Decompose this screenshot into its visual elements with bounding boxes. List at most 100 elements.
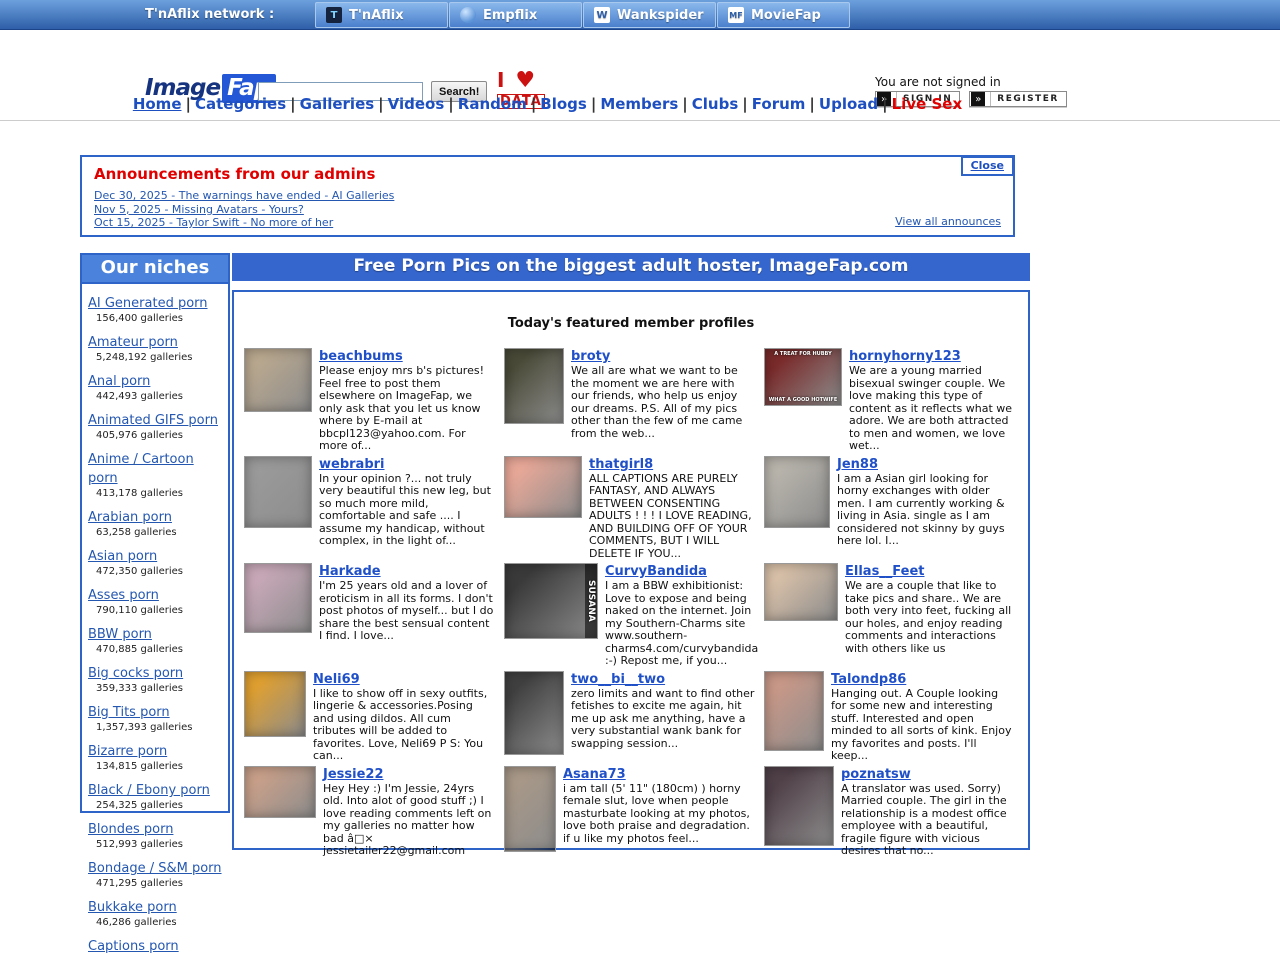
- niche-item: Big Tits porn 1,357,393 galleries: [88, 701, 224, 733]
- niche-link[interactable]: Anal porn: [88, 374, 150, 389]
- niche-link[interactable]: Bondage / S&M porn: [88, 861, 222, 876]
- nav-separator: |: [678, 95, 691, 113]
- featured-profile-card: Jen88 I am a Asian girl looking for horn…: [764, 453, 1022, 548]
- niche-link[interactable]: Big cocks porn: [88, 666, 183, 681]
- niche-gallery-count: 156,400 galleries: [96, 313, 224, 324]
- profile-thumbnail[interactable]: [504, 348, 564, 424]
- profile-thumbnail[interactable]: SUSANA: [504, 563, 598, 639]
- profile-thumbnail[interactable]: [244, 671, 306, 737]
- nav-link-blogs[interactable]: Blogs: [540, 95, 587, 113]
- niche-gallery-count: 512,993 galleries: [96, 839, 224, 850]
- site-header: ImageFap Search! I ♥ DATA You are not si…: [0, 30, 1280, 97]
- nav-link-forum[interactable]: Forum: [752, 95, 806, 113]
- nav-link-live-sex[interactable]: Live Sex: [892, 95, 963, 113]
- profile-username-link[interactable]: hornyhorny123: [849, 349, 961, 364]
- profile-thumbnail[interactable]: [764, 563, 838, 621]
- niche-gallery-count: 359,333 galleries: [96, 683, 224, 694]
- profile-username-link[interactable]: Ellas__Feet: [845, 564, 925, 579]
- profile-username-link[interactable]: CurvyBandida: [605, 564, 707, 579]
- profile-thumbnail[interactable]: [504, 671, 564, 755]
- niche-link[interactable]: Big Tits porn: [88, 705, 170, 720]
- profile-username-link[interactable]: two__bi__two: [571, 672, 665, 687]
- profile-username-link[interactable]: Jessie22: [323, 767, 384, 782]
- network-site-button[interactable]: MF MovieFap: [717, 2, 850, 28]
- niche-link[interactable]: Animated GIFS porn: [88, 413, 218, 428]
- profile-thumbnail[interactable]: [244, 348, 312, 412]
- niche-link[interactable]: Black / Ebony porn: [88, 783, 210, 798]
- profile-username-link[interactable]: Talondp86: [831, 672, 906, 687]
- profile-username-link[interactable]: Asana73: [563, 767, 626, 782]
- niche-link[interactable]: Bizarre porn: [88, 744, 167, 759]
- announcement-links: Dec 30, 2025 - The warnings have ended -…: [94, 189, 1013, 230]
- featured-profile-card: Ellas__Feet We are a couple that like to…: [764, 560, 1022, 655]
- network-site-button[interactable]: Empflix: [449, 2, 582, 28]
- signin-status-text: You are not signed in: [875, 75, 1001, 89]
- niche-gallery-count: 471,295 galleries: [96, 878, 224, 889]
- niche-item: Bondage / S&M porn 471,295 galleries: [88, 857, 224, 889]
- announcement-link[interactable]: Nov 5, 2025 - Missing Avatars - Yours?: [94, 203, 304, 217]
- profile-thumbnail[interactable]: [764, 766, 834, 846]
- profile-thumbnail[interactable]: [504, 456, 582, 518]
- profile-thumbnail[interactable]: [764, 671, 824, 751]
- profile-thumbnail[interactable]: [244, 456, 312, 528]
- profile-username-link[interactable]: thatgirl8: [589, 457, 653, 472]
- niche-item: Black / Ebony porn 254,325 galleries: [88, 779, 224, 811]
- nav-separator: |: [527, 95, 540, 113]
- profile-username-link[interactable]: Neli69: [313, 672, 360, 687]
- header-divider: [0, 120, 1280, 121]
- main-nav: Home|Categories|Galleries|Videos|Random|…: [80, 95, 1015, 113]
- profile-thumbnail[interactable]: [244, 766, 316, 818]
- network-site-button[interactable]: W Wankspider: [583, 2, 716, 28]
- nav-link-galleries[interactable]: Galleries: [300, 95, 375, 113]
- niche-link[interactable]: Blondes porn: [88, 822, 173, 837]
- niche-gallery-count: 470,885 galleries: [96, 644, 224, 655]
- nav-link-clubs[interactable]: Clubs: [692, 95, 739, 113]
- nav-link-home[interactable]: Home: [133, 95, 182, 113]
- profile-username-link[interactable]: webrabri: [319, 457, 385, 472]
- nav-link-members[interactable]: Members: [600, 95, 678, 113]
- featured-profile-card: poznatsw A translator was used. Sorry) M…: [764, 763, 1022, 858]
- profile-description: Hanging out. A Couple looking for some n…: [831, 688, 1016, 763]
- niches-title: Our niches: [82, 255, 228, 284]
- announcement-link[interactable]: Oct 15, 2025 - Taylor Swift - No more of…: [94, 216, 333, 230]
- profile-username-link[interactable]: beachbums: [319, 349, 403, 364]
- network-bar: T'nAflix network : T T'nAflix Empflix W …: [0, 0, 1280, 30]
- profile-username-link[interactable]: broty: [571, 349, 610, 364]
- announcement-link[interactable]: Dec 30, 2025 - The warnings have ended -…: [94, 189, 394, 203]
- nav-link-categories[interactable]: Categories: [195, 95, 286, 113]
- niche-link[interactable]: Amateur porn: [88, 335, 178, 350]
- profile-thumbnail[interactable]: [504, 766, 556, 852]
- nav-link-upload[interactable]: Upload: [819, 95, 878, 113]
- view-all-announces-link[interactable]: View all announces: [895, 215, 1001, 228]
- niche-link[interactable]: BBW porn: [88, 627, 152, 642]
- profile-username-link[interactable]: Jen88: [837, 457, 878, 472]
- announcements-close-button[interactable]: Close: [963, 158, 1012, 174]
- nav-separator: |: [738, 95, 751, 113]
- niche-link[interactable]: Arabian porn: [88, 510, 172, 525]
- network-site-button[interactable]: T T'nAflix: [315, 2, 448, 28]
- profile-thumbnail[interactable]: [244, 563, 312, 633]
- profile-description: Hey Hey :) I'm Jessie, 24yrs old. Into a…: [323, 783, 496, 858]
- niche-link[interactable]: AI Generated porn: [88, 296, 208, 311]
- profile-username-link[interactable]: Harkade: [319, 564, 381, 579]
- niche-gallery-count: 413,178 galleries: [96, 488, 224, 499]
- profile-description: We all are what we want to be the moment…: [571, 365, 756, 440]
- profile-thumbnail[interactable]: A TREAT FOR HUBBYWHAT A GOOD HOTWIFE: [764, 348, 842, 406]
- profile-description: zero limits and want to find other fetis…: [571, 688, 756, 751]
- niche-link[interactable]: Asian porn: [88, 549, 157, 564]
- empflix-icon: [460, 7, 476, 23]
- niche-link[interactable]: Anime / Cartoon porn: [88, 452, 194, 486]
- thumbnail-caption: SUSANA: [585, 564, 597, 638]
- niche-item: Asses porn 790,110 galleries: [88, 584, 224, 616]
- nav-link-videos[interactable]: Videos: [388, 95, 445, 113]
- niche-link[interactable]: Asses porn: [88, 588, 159, 603]
- niche-link[interactable]: Bukkake porn: [88, 900, 177, 915]
- profile-username-link[interactable]: poznatsw: [841, 767, 911, 782]
- featured-profile-card: Harkade I'm 25 years old and a lover of …: [244, 560, 502, 643]
- niche-item: Bizarre porn 134,815 galleries: [88, 740, 224, 772]
- featured-profile-card: webrabri In your opinion ?... not truly …: [244, 453, 502, 548]
- profile-thumbnail[interactable]: [764, 456, 830, 528]
- nav-link-random[interactable]: Random: [458, 95, 527, 113]
- niche-link[interactable]: Captions porn: [88, 939, 179, 954]
- nav-separator: |: [286, 95, 299, 113]
